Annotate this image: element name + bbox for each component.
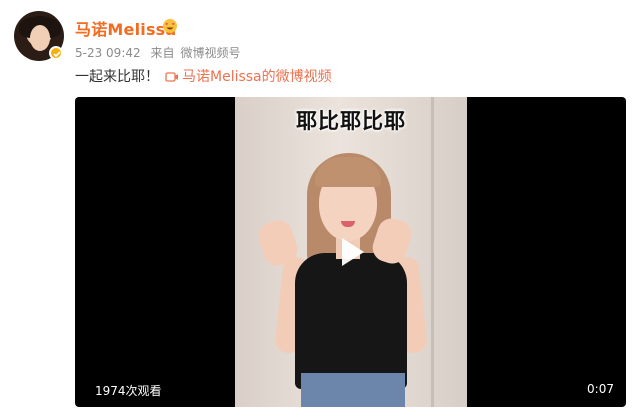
post-meta: 5-23 09:42 来自 微博视频号: [75, 44, 247, 61]
avatar-face: [30, 25, 50, 51]
heart-eyes-emoji-icon: [163, 19, 177, 33]
view-count: 1974次观看: [95, 384, 162, 398]
video-link[interactable]: 马诺Melissa的微博视频: [165, 66, 332, 86]
source-prefix: 来自: [150, 46, 175, 60]
wall-corner: [431, 97, 434, 407]
video-duration: 0:07: [587, 382, 614, 396]
post-source[interactable]: 微博视频号: [180, 46, 240, 60]
person-shirt: [295, 253, 407, 389]
play-icon[interactable]: [333, 234, 369, 270]
person-bangs: [315, 157, 381, 187]
person-jeans: [301, 373, 405, 407]
post-text: 一起来比耶！: [75, 69, 159, 85]
video-overlay-caption: 耶比耶比耶: [296, 109, 406, 133]
verified-badge-icon: [49, 46, 63, 60]
video-link-label: 马诺Melissa的微博视频: [182, 69, 332, 85]
video-player[interactable]: 耶比耶比耶 1974次观看 0:07: [75, 97, 626, 407]
video-icon: [165, 72, 178, 82]
weibo-post: 马诺Melissa 5-23 09:42 来自 微博视频号 一起来比耶！ 马诺Me…: [0, 0, 640, 417]
post-date[interactable]: 5-23 09:42: [75, 46, 141, 60]
